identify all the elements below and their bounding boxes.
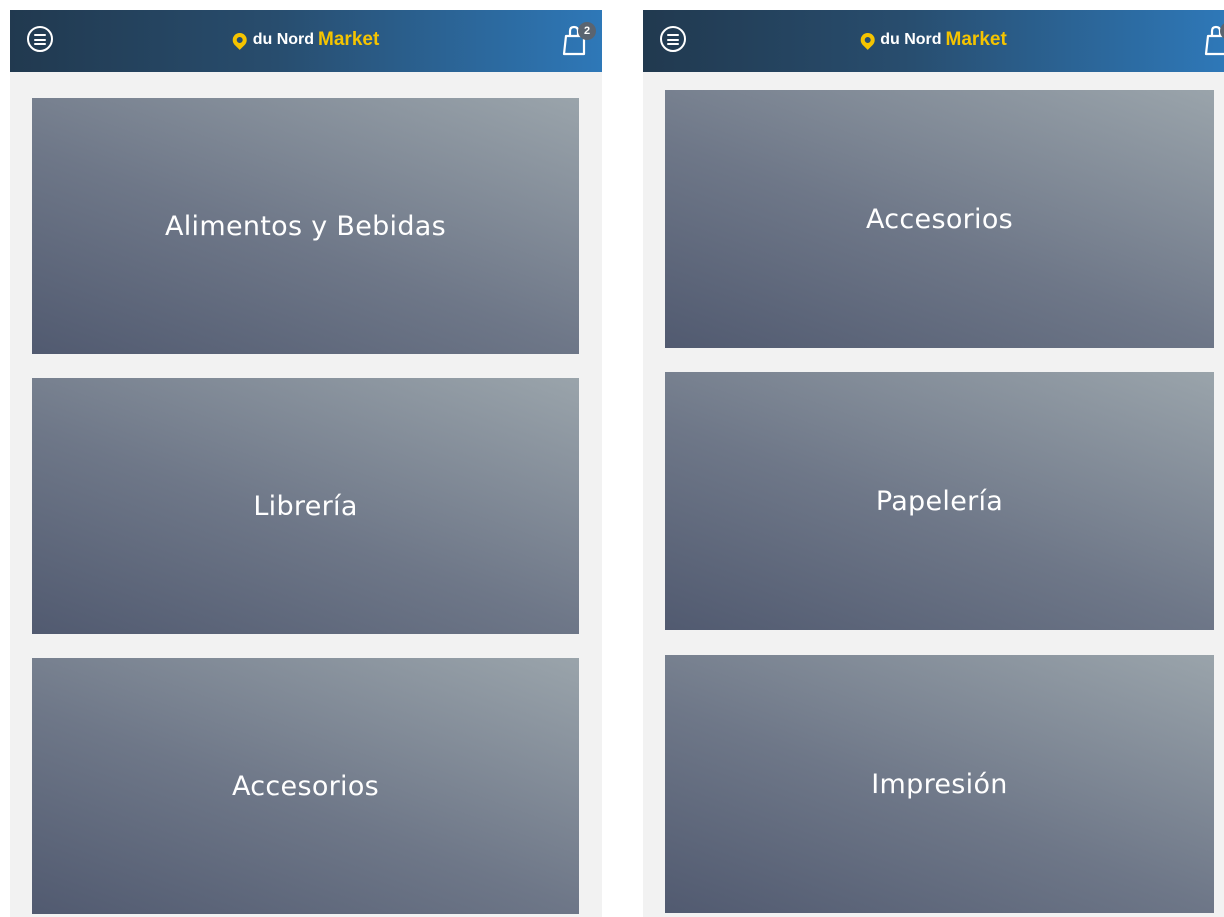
brand-name: du Nord (252, 31, 315, 48)
location-pin-icon (857, 30, 878, 50)
cart-button[interactable]: 2 (560, 22, 596, 58)
screen-right: du Nord Market 2 Accesorios Papelería Im… (643, 10, 1224, 917)
location-pin-icon (229, 30, 250, 50)
menu-icon[interactable] (660, 26, 686, 52)
brand-logo[interactable]: du Nord Market (857, 29, 1007, 51)
cart-count-badge: 2 (578, 22, 596, 40)
app-header: du Nord Market 2 (643, 10, 1224, 72)
brand-name: du Nord (880, 31, 942, 48)
category-card[interactable]: Alimentos y Bebidas (32, 98, 579, 354)
cart-button[interactable]: 2 (1202, 22, 1224, 58)
menu-icon[interactable] (27, 26, 53, 52)
brand-logo[interactable]: du Nord Market (229, 29, 380, 51)
category-label: Accesorios (231, 770, 380, 802)
screen-left: du Nord Market 2 Alimentos y Bebidas Lib… (10, 10, 602, 917)
brand-name-accent: Market (318, 29, 380, 50)
category-card[interactable]: Impresión (665, 655, 1214, 913)
category-card[interactable]: Accesorios (32, 658, 579, 914)
category-label: Papelería (875, 485, 1004, 517)
category-card[interactable]: Librería (32, 378, 579, 634)
app-header: du Nord Market 2 (10, 10, 602, 72)
brand-name-accent: Market (945, 29, 1007, 50)
category-card[interactable]: Papelería (665, 372, 1214, 630)
category-label: Accesorios (865, 203, 1014, 235)
category-label: Impresión (871, 768, 1008, 800)
category-label: Alimentos y Bebidas (164, 210, 447, 242)
category-label: Librería (253, 490, 358, 522)
category-card[interactable]: Accesorios (665, 90, 1214, 348)
